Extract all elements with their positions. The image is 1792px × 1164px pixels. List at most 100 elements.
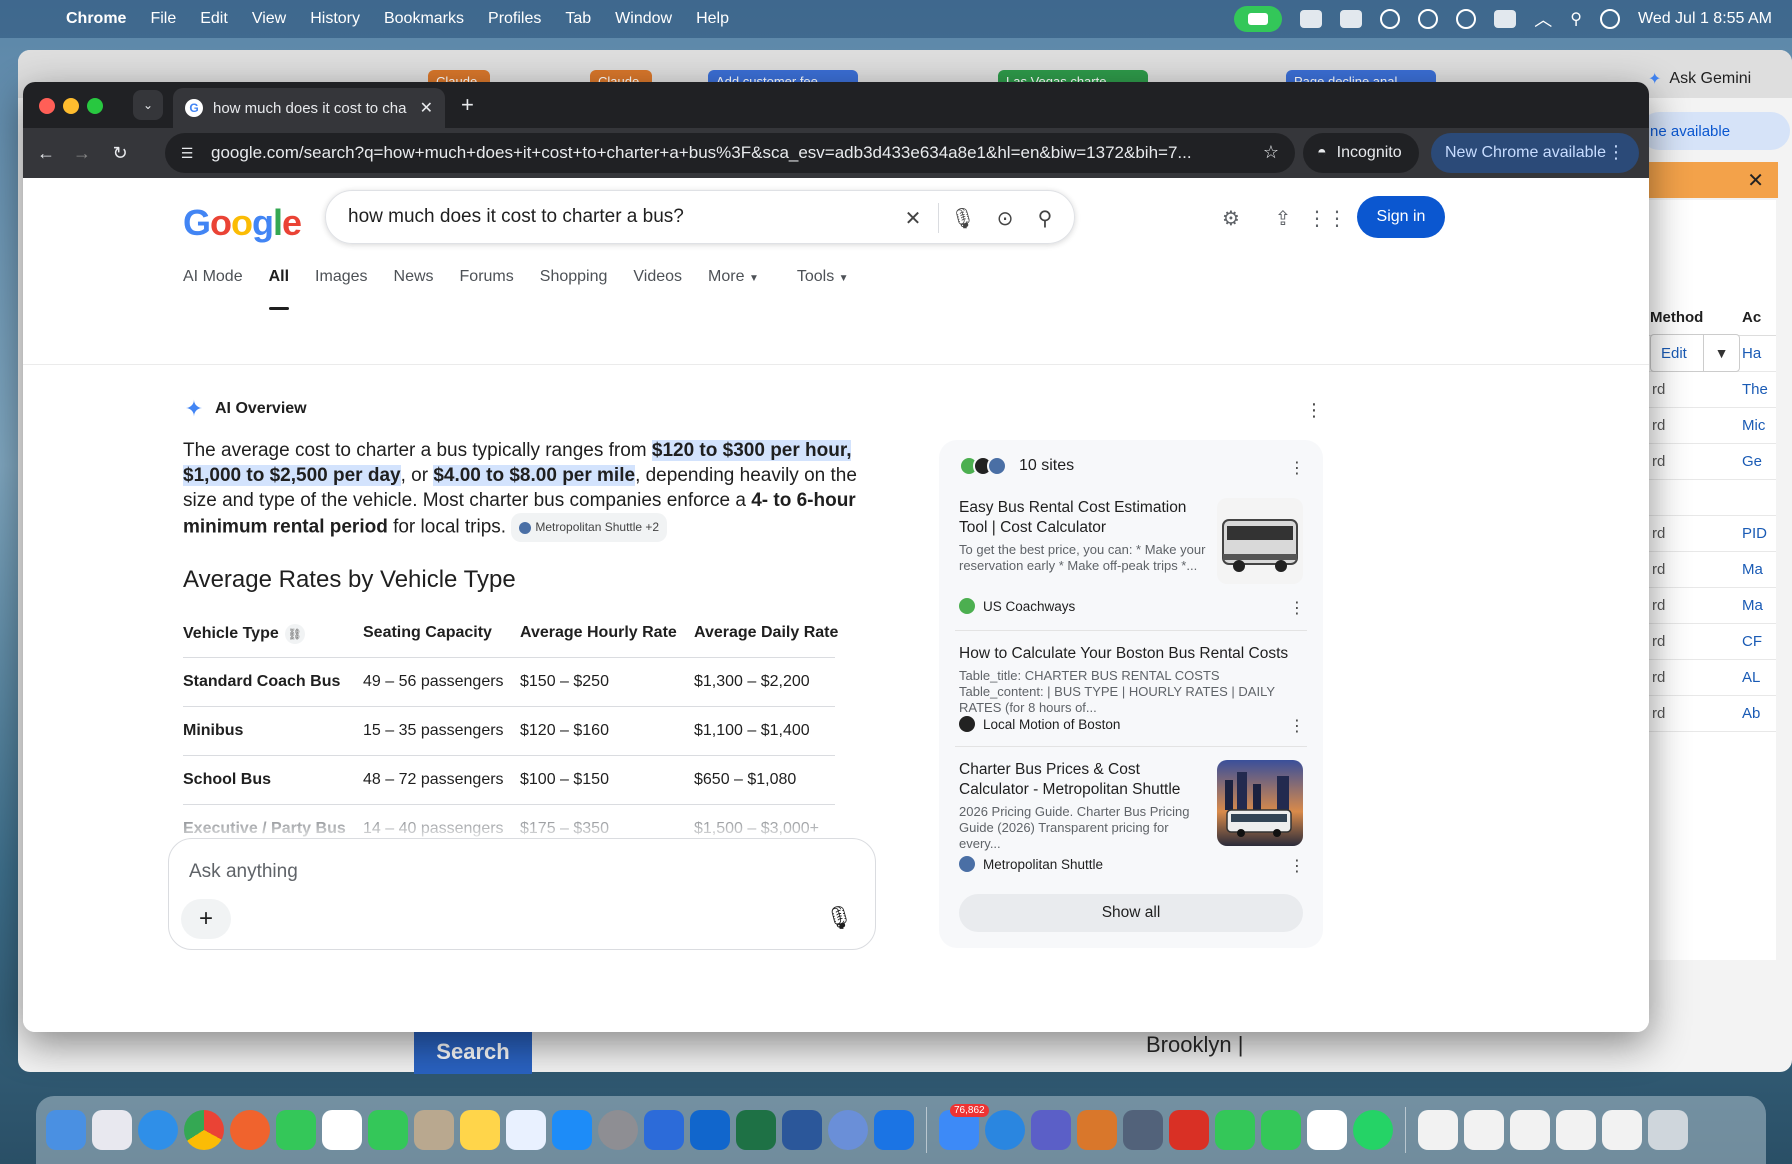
city-bus-thumbnail-image[interactable] [1217, 760, 1303, 846]
ask-anything-box[interactable]: Ask anything + 🎙 [168, 838, 876, 950]
freeform-icon[interactable] [506, 1110, 546, 1150]
kebab-menu-icon[interactable]: ⋮ [1607, 142, 1625, 163]
tab-active[interactable]: G how much does it cost to cha ✕ [173, 88, 445, 128]
control-center-icon[interactable] [1600, 9, 1620, 29]
tab-more[interactable]: More ▼ [708, 268, 759, 304]
document-thumbnail-icon[interactable] [1602, 1110, 1642, 1150]
back-arrow-icon[interactable]: ← [33, 140, 59, 166]
safari-icon[interactable] [138, 1110, 178, 1150]
google-logo[interactable]: Google [183, 202, 302, 244]
quick-search-icon[interactable] [985, 1110, 1025, 1150]
play-icon[interactable] [1456, 9, 1477, 29]
ai-overview-kebab-icon[interactable]: ⋮ [1305, 400, 1323, 421]
facetime-icon[interactable] [368, 1110, 408, 1150]
bg-cell-link[interactable]: Ha [1742, 345, 1761, 362]
spiral-app-icon[interactable] [828, 1110, 868, 1150]
bg-cell-link[interactable]: Ge [1742, 453, 1762, 470]
phone-icon[interactable] [1261, 1110, 1301, 1150]
address-bar[interactable]: ☰ google.com/search?q=how+much+does+it+c… [165, 133, 1295, 173]
notes-icon[interactable] [460, 1110, 500, 1150]
site-info-icon[interactable]: ☰ [177, 143, 197, 163]
tab-search-chevron-icon[interactable]: ⌄ [133, 90, 163, 120]
citation-chip[interactable]: Metropolitan Shuttle +2 [511, 513, 668, 542]
menu-view[interactable]: View [252, 10, 286, 28]
settings-gear-icon[interactable]: ⚙ [1217, 204, 1245, 232]
remote-icon[interactable] [644, 1110, 684, 1150]
menubar-clock[interactable]: Wed Jul 1 8:55 AM [1638, 10, 1772, 28]
whatsapp-icon[interactable] [1353, 1110, 1393, 1150]
bg-cell-link[interactable]: CF [1742, 633, 1762, 650]
highlight-rate[interactable]: $4.00 to $8.00 per mile [433, 465, 636, 486]
card-kebab-icon[interactable]: ⋮ [1289, 856, 1305, 876]
menu-bookmarks[interactable]: Bookmarks [384, 10, 464, 28]
calendar-icon[interactable] [1307, 1110, 1347, 1150]
apps-grid-icon[interactable]: ⋮⋮ [1307, 204, 1347, 232]
system-settings-icon[interactable] [598, 1110, 638, 1150]
document-thumbnail-icon[interactable] [1418, 1110, 1458, 1150]
search-icon[interactable]: ⚲ [1032, 205, 1058, 231]
card-kebab-icon[interactable]: ⋮ [1289, 598, 1305, 618]
ask-gemini-button[interactable]: ✦ Ask Gemini [1634, 62, 1765, 96]
bg-cell-link[interactable]: Ma [1742, 561, 1763, 578]
menu-history[interactable]: History [310, 10, 360, 28]
bookmark-star-icon[interactable]: ☆ [1263, 142, 1279, 163]
sign-in-button[interactable]: Sign in [1357, 196, 1445, 238]
apple-menu-icon[interactable] [22, 7, 46, 31]
teams-icon[interactable] [1031, 1110, 1071, 1150]
menu-edit[interactable]: Edit [200, 10, 228, 28]
new-chrome-available-button[interactable]: New Chrome available ⋮ [1431, 133, 1639, 173]
window-layout-icon[interactable] [1300, 10, 1323, 28]
chevron-down-icon[interactable]: ▼ [1703, 335, 1739, 371]
document-thumbnail-icon[interactable] [1464, 1110, 1504, 1150]
link-icon[interactable]: ⛓ [284, 624, 305, 644]
contacts-icon[interactable] [414, 1110, 454, 1150]
tab-shopping[interactable]: Shopping [540, 268, 608, 304]
app-store-icon[interactable] [552, 1110, 592, 1150]
source-card[interactable]: How to Calculate Your Boston Bus Rental … [959, 644, 1305, 735]
tab-videos[interactable]: Videos [633, 268, 682, 304]
search-box[interactable]: how much does it cost to charter a bus? … [325, 190, 1075, 244]
outlook-icon[interactable] [690, 1110, 730, 1150]
launchpad-icon[interactable] [92, 1110, 132, 1150]
excel-icon[interactable] [736, 1110, 776, 1150]
sources-kebab-icon[interactable]: ⋮ [1289, 458, 1305, 478]
document-thumbnail-icon[interactable] [1510, 1110, 1550, 1150]
bg-cell-link[interactable]: PID [1742, 525, 1767, 542]
zoom-window-button[interactable] [87, 98, 103, 114]
trash-icon[interactable] [1648, 1110, 1688, 1150]
add-plus-icon[interactable]: + [181, 899, 231, 939]
menu-window[interactable]: Window [615, 10, 672, 28]
battery-icon[interactable] [1494, 10, 1517, 28]
wifi-icon[interactable]: ︿ [1534, 6, 1552, 32]
reload-icon[interactable]: ↻ [107, 140, 133, 166]
windows-app-icon[interactable] [874, 1110, 914, 1150]
bg-edit-button[interactable]: Edit ▼ [1650, 334, 1740, 372]
tab-close-icon[interactable]: ✕ [420, 98, 433, 118]
bg-cell-link[interactable]: AL [1742, 669, 1760, 686]
tab-news[interactable]: News [394, 268, 434, 304]
menu-help[interactable]: Help [696, 10, 729, 28]
word-icon[interactable] [782, 1110, 822, 1150]
source-card[interactable]: Easy Bus Rental Cost Estimation Tool | C… [959, 498, 1305, 617]
bg-new-chrome-available[interactable]: ne available [1640, 112, 1790, 150]
clear-search-icon[interactable]: ✕ [900, 205, 926, 231]
source-card[interactable]: Charter Bus Prices & Cost Calculator - M… [959, 760, 1305, 875]
search-query[interactable]: how much does it cost to charter a bus? [348, 206, 684, 228]
show-all-button[interactable]: Show all [959, 894, 1303, 932]
new-tab-plus-icon[interactable]: + [461, 92, 474, 118]
forward-arrow-icon[interactable]: → [69, 140, 95, 166]
firefox-icon[interactable] [230, 1110, 270, 1150]
tab-all[interactable]: All [268, 268, 290, 310]
ask-anything-input[interactable]: Ask anything [189, 861, 298, 883]
share-icon[interactable]: ⇪ [1269, 204, 1297, 232]
menu-app-name[interactable]: Chrome [66, 10, 126, 28]
menu-file[interactable]: File [150, 10, 176, 28]
source-card-site[interactable]: Metropolitan Shuttle [959, 856, 1103, 872]
menu-profiles[interactable]: Profiles [488, 10, 541, 28]
close-icon[interactable]: ✕ [1747, 168, 1764, 193]
source-card-site[interactable]: Local Motion of Boston [959, 716, 1120, 732]
claude-icon[interactable] [1077, 1110, 1117, 1150]
minimize-window-button[interactable] [63, 98, 79, 114]
source-card-title[interactable]: Charter Bus Prices & Cost Calculator - M… [959, 760, 1209, 800]
tab-tools[interactable]: Tools ▼ [797, 268, 849, 304]
